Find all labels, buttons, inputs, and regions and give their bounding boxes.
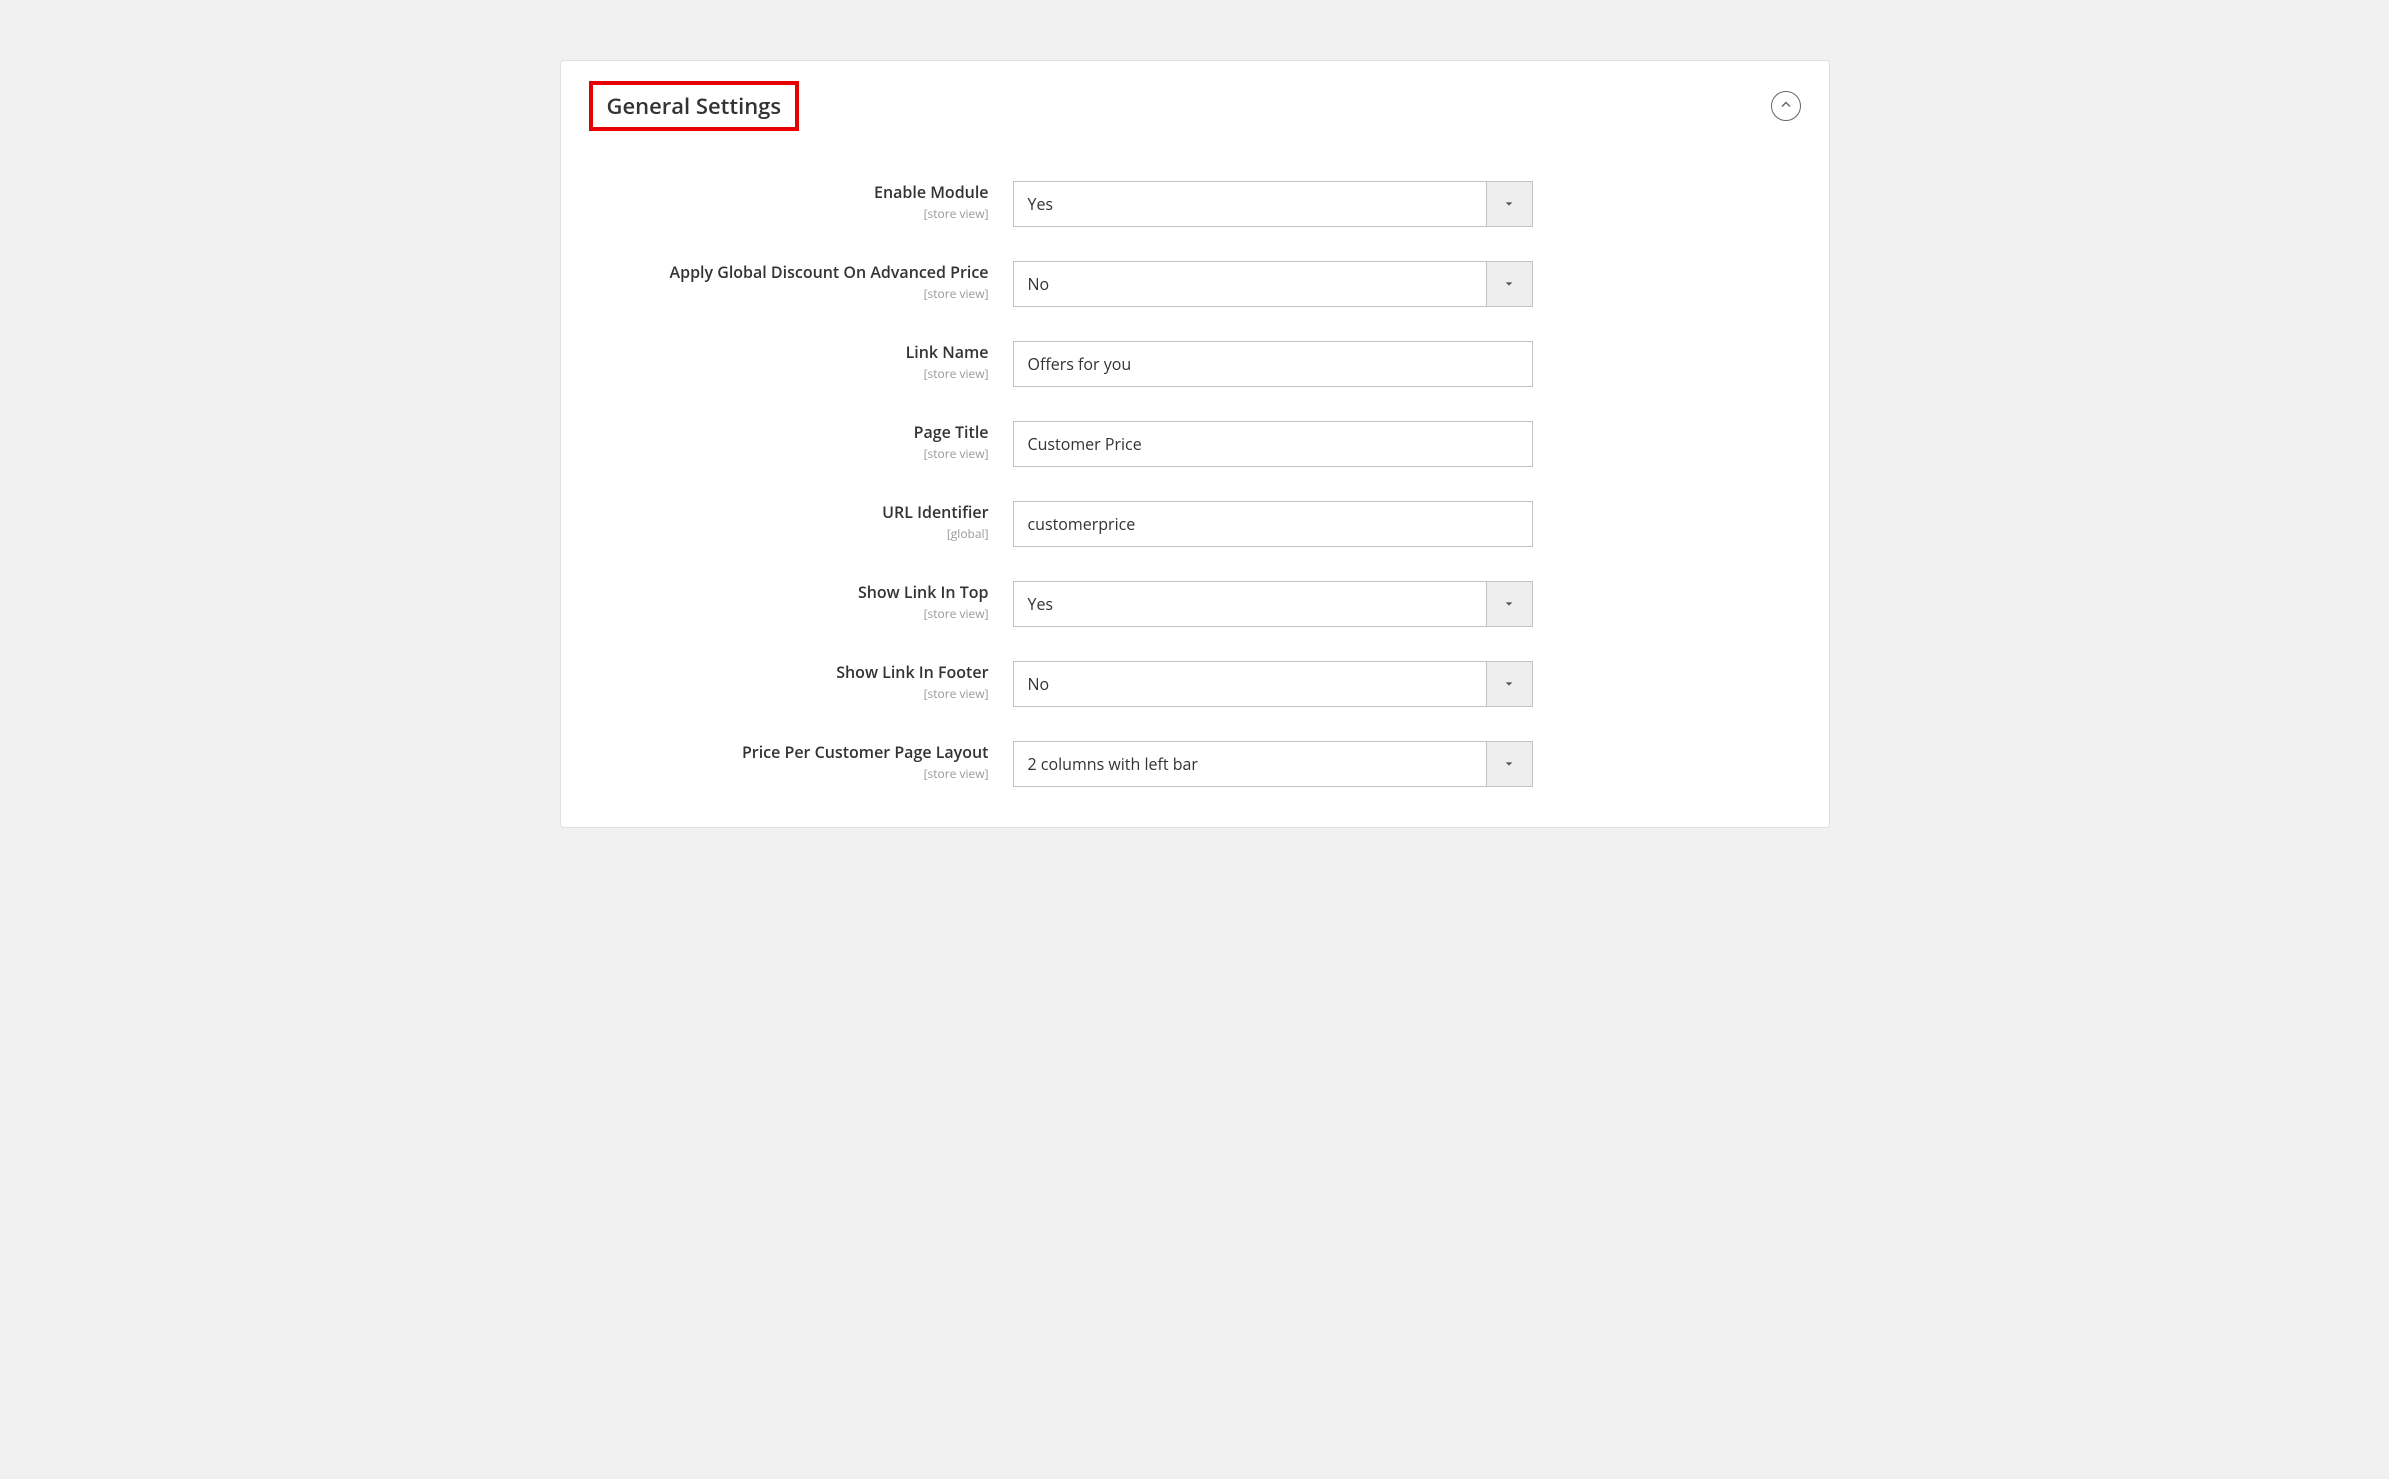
row-link-name: Link Name [store view]: [589, 341, 1801, 387]
section-title: General Settings: [589, 81, 800, 131]
select-value: Yes: [1014, 193, 1486, 215]
field-label: Enable Module: [874, 181, 988, 203]
control: 2 columns with left bar: [1013, 741, 1533, 787]
field-scope: [store view]: [589, 365, 989, 382]
show-link-footer-select[interactable]: No: [1013, 661, 1533, 707]
field-scope: [global]: [589, 525, 989, 542]
select-arrow-icon: [1486, 662, 1532, 706]
field-label: Price Per Customer Page Layout: [742, 741, 989, 763]
chevron-up-icon: [1780, 99, 1792, 114]
label-cell: Price Per Customer Page Layout [store vi…: [589, 741, 989, 782]
label-cell: Apply Global Discount On Advanced Price …: [589, 261, 989, 302]
field-scope: [store view]: [589, 445, 989, 462]
panel-header: General Settings: [589, 81, 1801, 131]
label-cell: URL Identifier [global]: [589, 501, 989, 542]
apply-global-discount-select[interactable]: No: [1013, 261, 1533, 307]
field-label: Link Name: [906, 341, 989, 363]
select-value: No: [1014, 273, 1486, 295]
field-scope: [store view]: [589, 605, 989, 622]
link-name-input[interactable]: [1013, 341, 1533, 387]
collapse-button[interactable]: [1771, 91, 1801, 121]
row-page-layout: Price Per Customer Page Layout [store vi…: [589, 741, 1801, 787]
field-scope: [store view]: [589, 765, 989, 782]
label-cell: Link Name [store view]: [589, 341, 989, 382]
label-cell: Show Link In Top [store view]: [589, 581, 989, 622]
show-link-top-select[interactable]: Yes: [1013, 581, 1533, 627]
field-scope: [store view]: [589, 685, 989, 702]
label-cell: Enable Module [store view]: [589, 181, 989, 222]
url-identifier-input[interactable]: [1013, 501, 1533, 547]
general-settings-panel: General Settings Enable Module [store vi…: [560, 60, 1830, 828]
select-arrow-icon: [1486, 582, 1532, 626]
select-value: No: [1014, 673, 1486, 695]
field-label: Page Title: [914, 421, 989, 443]
field-scope: [store view]: [589, 285, 989, 302]
control: [1013, 501, 1533, 547]
row-apply-global-discount: Apply Global Discount On Advanced Price …: [589, 261, 1801, 307]
select-arrow-icon: [1486, 742, 1532, 786]
control: No: [1013, 261, 1533, 307]
row-url-identifier: URL Identifier [global]: [589, 501, 1801, 547]
control: Yes: [1013, 581, 1533, 627]
label-cell: Show Link In Footer [store view]: [589, 661, 989, 702]
field-label: Apply Global Discount On Advanced Price: [670, 261, 989, 283]
control: No: [1013, 661, 1533, 707]
field-label: Show Link In Footer: [836, 661, 988, 683]
label-cell: Page Title [store view]: [589, 421, 989, 462]
field-scope: [store view]: [589, 205, 989, 222]
form-rows: Enable Module [store view] Yes Apply Glo…: [589, 181, 1801, 787]
select-arrow-icon: [1486, 262, 1532, 306]
row-page-title: Page Title [store view]: [589, 421, 1801, 467]
page-layout-select[interactable]: 2 columns with left bar: [1013, 741, 1533, 787]
select-value: Yes: [1014, 593, 1486, 615]
control: [1013, 421, 1533, 467]
row-enable-module: Enable Module [store view] Yes: [589, 181, 1801, 227]
row-show-link-footer: Show Link In Footer [store view] No: [589, 661, 1801, 707]
control: [1013, 341, 1533, 387]
enable-module-select[interactable]: Yes: [1013, 181, 1533, 227]
page-title-input[interactable]: [1013, 421, 1533, 467]
control: Yes: [1013, 181, 1533, 227]
field-label: Show Link In Top: [858, 581, 989, 603]
field-label: URL Identifier: [882, 501, 988, 523]
select-value: 2 columns with left bar: [1014, 753, 1486, 775]
row-show-link-top: Show Link In Top [store view] Yes: [589, 581, 1801, 627]
select-arrow-icon: [1486, 182, 1532, 226]
